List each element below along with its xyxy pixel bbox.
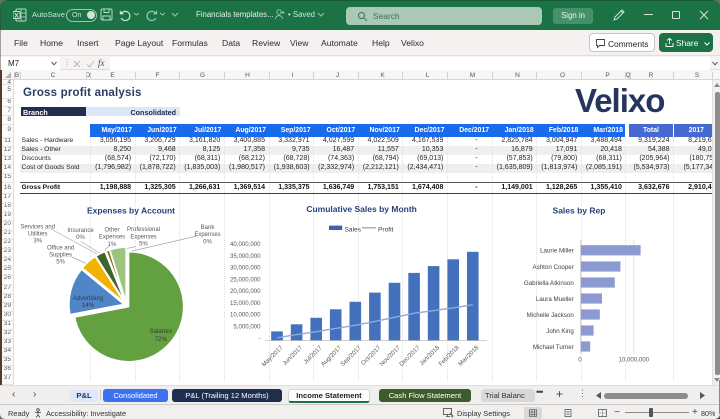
svg-text:5,000,000: 5,000,000 <box>233 324 261 331</box>
svg-text:Services and: Services and <box>20 224 55 230</box>
svg-text:Jun/2017: Jun/2017 <box>281 344 304 367</box>
svg-text:5%: 5% <box>139 241 148 247</box>
svg-text:30,000,000: 30,000,000 <box>230 265 261 272</box>
svg-text:Expenses: Expenses <box>99 235 125 241</box>
svg-text:1%: 1% <box>108 242 117 248</box>
svg-text:0%: 0% <box>76 235 85 241</box>
svg-text:35,000,000: 35,000,000 <box>230 253 261 260</box>
svg-text:25,000,000: 25,000,000 <box>230 276 261 283</box>
svg-text:40,000,000: 40,000,000 <box>230 241 261 248</box>
svg-text:20,000,000: 20,000,000 <box>230 288 261 295</box>
svg-text:15,000,000: 15,000,000 <box>230 300 261 307</box>
svg-text:John King: John King <box>546 328 574 335</box>
svg-text:Michelle Jackson: Michelle Jackson <box>527 312 575 319</box>
svg-text:10,000,000: 10,000,000 <box>619 357 650 364</box>
svg-text:14%: 14% <box>82 302 95 309</box>
svg-text:Laura Mueller: Laura Mueller <box>536 296 574 303</box>
svg-text:Supplies: Supplies <box>49 253 72 259</box>
svg-text:Salaries: Salaries <box>150 328 172 335</box>
svg-text:Bank: Bank <box>201 225 216 231</box>
svg-text:10,000,000: 10,000,000 <box>230 312 261 319</box>
svg-text:Mar/2018: Mar/2018 <box>457 344 481 368</box>
svg-text:Expenses: Expenses <box>130 234 156 240</box>
svg-text:Utilities: Utilities <box>28 232 47 238</box>
svg-text:0%: 0% <box>203 239 212 245</box>
svg-text:Office and: Office and <box>47 245 74 251</box>
svg-text:Ashton Cooper: Ashton Cooper <box>533 264 574 271</box>
svg-text:May/2017: May/2017 <box>261 344 285 368</box>
svg-text:Other: Other <box>104 228 119 234</box>
svg-text:Cumulative Sales by Month: Cumulative Sales by Month <box>306 204 417 214</box>
svg-text:Sep/2017: Sep/2017 <box>339 344 363 368</box>
svg-text:Expenses: Expenses <box>194 232 220 238</box>
svg-text:0: 0 <box>578 357 582 364</box>
svg-text:Dec/2017: Dec/2017 <box>398 344 422 368</box>
svg-text:Sales: Sales <box>345 227 362 234</box>
svg-text:-: - <box>258 335 260 342</box>
svg-text:72%: 72% <box>155 336 168 343</box>
svg-text:Expenses by Account: Expenses by Account <box>87 206 175 216</box>
svg-text:Professional: Professional <box>127 227 160 233</box>
svg-text:Michael Turner: Michael Turner <box>533 344 574 351</box>
svg-text:Insurance: Insurance <box>67 228 94 234</box>
svg-text:Gabriella Atkinson: Gabriella Atkinson <box>524 280 574 287</box>
svg-text:3%: 3% <box>33 239 42 245</box>
svg-text:Laurie Miller: Laurie Miller <box>540 248 574 255</box>
svg-text:Profit: Profit <box>378 227 394 234</box>
svg-text:Sales by Rep: Sales by Rep <box>553 206 606 216</box>
svg-text:5%: 5% <box>56 260 65 266</box>
